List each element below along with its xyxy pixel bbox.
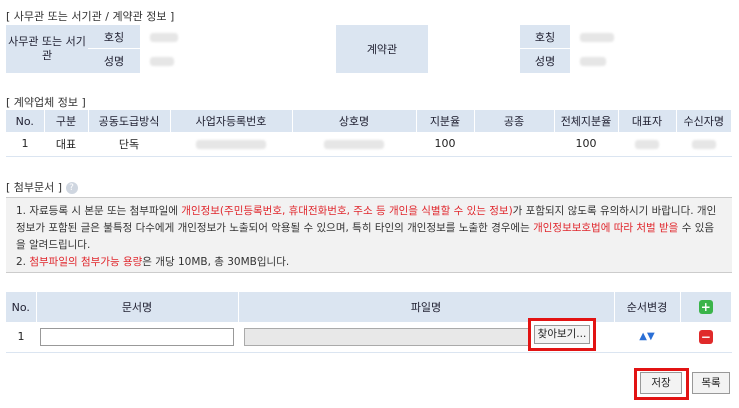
help-icon[interactable]: ? (65, 182, 78, 194)
section-attach-title: [ 첨부문서 ] ? (6, 179, 78, 195)
contractor-label: 계약관 (336, 24, 428, 73)
attach-table: No. 문서명 파일명 순서변경 + 1 ▲▼ − (6, 292, 732, 353)
file-name-input[interactable] (244, 327, 529, 346)
doc-name-input[interactable] (40, 327, 234, 346)
col-method: 공동도급방식 (88, 110, 171, 132)
contractor-position-value (570, 24, 732, 49)
section-officer-title: [ 사무관 또는 서기관 / 계약관 정보 ] (6, 10, 175, 23)
browse-button[interactable]: 찾아보기... (534, 325, 590, 344)
col-receiver: 수신자명 (676, 110, 732, 132)
table-row: 1 ▲▼ − (6, 322, 732, 353)
remove-row-icon[interactable]: − (698, 329, 713, 344)
col-ceo: 대표자 (618, 110, 677, 132)
attach-col-doc: 문서명 (36, 292, 239, 322)
officer-label: 사무관 또는 서기관 (6, 24, 88, 73)
order-arrows-icon[interactable]: ▲▼ (614, 322, 680, 353)
attach-col-no: No. (6, 292, 37, 322)
table-row: 1 대표 단독 100 100 (6, 132, 732, 157)
col-total-share: 전체지분율 (554, 110, 619, 132)
col-no: No. (6, 110, 45, 132)
col-bizno: 사업자등록번호 (170, 110, 293, 132)
save-button[interactable]: 저장 (640, 372, 682, 394)
col-work: 공종 (474, 110, 555, 132)
officer-position-value (140, 24, 336, 49)
attach-col-order: 순서변경 (614, 292, 681, 322)
officer-name-value (140, 48, 336, 73)
col-company: 상호명 (292, 110, 417, 132)
officer-info-table: 사무관 또는 서기관 호칭 계약관 호칭 성명 성명 (6, 24, 732, 73)
add-row-icon[interactable]: + (698, 300, 713, 314)
officer-name-label: 성명 (88, 48, 140, 73)
col-type: 구분 (44, 110, 89, 132)
section-company-title: [ 계약업체 정보 ] (6, 96, 86, 109)
contractor-name-value (570, 48, 732, 73)
officer-position-label: 호칭 (88, 24, 140, 49)
notice-box: 1. 자료등록 시 본문 또는 첨부파일에 개인정보(주민등록번호, 휴대전화번… (6, 197, 732, 273)
col-share: 지분율 (416, 110, 475, 132)
company-info-table: No. 구분 공동도급방식 사업자등록번호 상호명 지분율 공종 전체지분율 대… (6, 110, 732, 157)
list-button[interactable]: 목록 (692, 372, 730, 394)
contractor-position-label: 호칭 (520, 24, 570, 49)
contractor-name-label: 성명 (520, 48, 570, 73)
browse-highlight: 찾아보기... (528, 318, 596, 351)
